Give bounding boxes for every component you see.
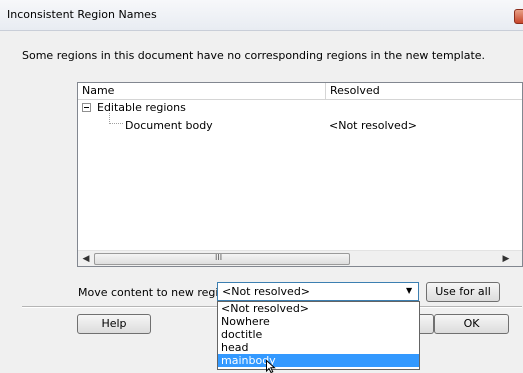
tree-row-resolved[interactable]: <Not resolved> <box>329 119 417 132</box>
column-header-name[interactable]: Name <box>82 84 114 97</box>
ok-button[interactable]: OK <box>434 314 509 334</box>
horizontal-scrollbar[interactable]: ◀ III ▶ <box>78 250 522 266</box>
chevron-down-icon[interactable]: ▼ <box>406 286 412 295</box>
partially-hidden-button[interactable] <box>420 314 434 334</box>
dropdown-option-nowhere[interactable]: Nowhere <box>218 315 419 328</box>
select-value: <Not resolved> <box>222 285 311 298</box>
tree-group-editable-regions[interactable]: Editable regions <box>97 101 186 114</box>
dropdown-option-head[interactable]: head <box>218 341 419 354</box>
title-bar: Inconsistent Region Names <box>0 0 523 31</box>
mouse-pointer-icon <box>266 360 276 373</box>
window-title: Inconsistent Region Names <box>7 8 157 21</box>
dropdown-option-mainbody[interactable]: mainbody <box>218 354 419 367</box>
scroll-thumb[interactable]: III <box>94 253 350 265</box>
help-button[interactable]: Help <box>77 314 151 334</box>
collapse-toggle-icon[interactable] <box>82 103 91 112</box>
tree-header: Name Resolved <box>78 83 522 100</box>
scroll-grip: III <box>215 253 223 262</box>
intro-text: Some regions in this document have no co… <box>22 49 486 62</box>
tree-row-name[interactable]: Document body <box>125 119 213 132</box>
dropdown-option-not-resolved[interactable]: <Not resolved> <box>218 302 419 315</box>
scroll-left-icon[interactable]: ◀ <box>80 254 92 265</box>
region-tree[interactable]: Name Resolved Editable regions Document … <box>77 82 523 267</box>
move-content-label: Move content to new region: <box>78 286 236 299</box>
close-icon[interactable] <box>514 9 523 24</box>
use-for-all-button[interactable]: Use for all <box>426 282 500 302</box>
tree-connector <box>109 123 123 124</box>
new-region-select[interactable]: <Not resolved> ▼ <box>217 282 419 301</box>
scroll-right-icon[interactable]: ▶ <box>500 254 512 265</box>
column-divider[interactable] <box>325 83 326 99</box>
dropdown-option-doctitle[interactable]: doctitle <box>218 328 419 341</box>
column-header-resolved[interactable]: Resolved <box>330 84 380 97</box>
region-dropdown-list[interactable]: <Not resolved> Nowhere doctitle head mai… <box>217 301 420 370</box>
